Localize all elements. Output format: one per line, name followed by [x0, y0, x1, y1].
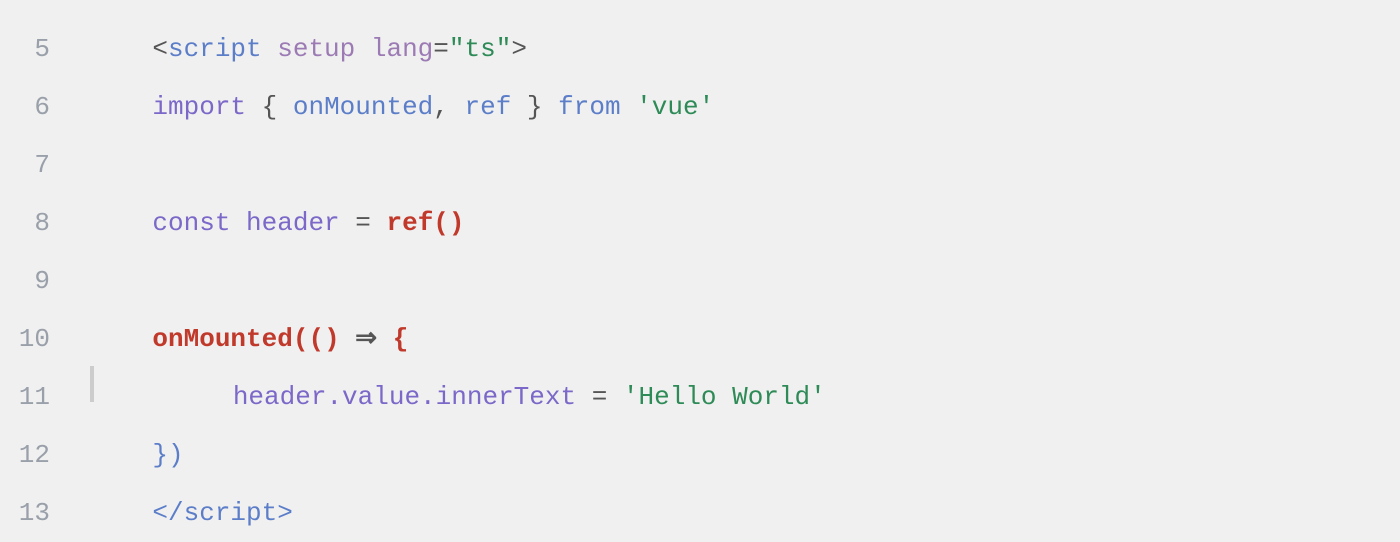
- line-number: 7: [0, 136, 80, 194]
- token: =: [433, 20, 449, 78]
- token: [355, 20, 371, 78]
- token: header: [246, 194, 340, 252]
- token: header.value.innerText: [233, 368, 576, 426]
- token: (): [433, 194, 464, 252]
- token: [90, 426, 152, 484]
- token: </: [90, 484, 184, 542]
- token: {: [393, 310, 409, 368]
- line-content: import { onMounted, ref } from 'vue': [80, 78, 1400, 136]
- token: ⇒: [340, 310, 393, 368]
- token: script: [168, 20, 262, 78]
- token: [230, 194, 246, 252]
- line-number: 13: [0, 484, 80, 542]
- token: setup: [277, 20, 355, 78]
- indent-bar: [90, 366, 94, 402]
- line-number: 9: [0, 252, 80, 310]
- line-content: onMounted(() ⇒ {: [80, 310, 1400, 368]
- token: [90, 194, 152, 252]
- line-content: }): [80, 426, 1400, 484]
- code-line: 7: [0, 136, 1400, 194]
- line-number: 12: [0, 426, 80, 484]
- token: const: [152, 194, 230, 252]
- line-content: header.value.innerText = 'Hello World': [80, 368, 1400, 426]
- token: script: [184, 484, 278, 542]
- line-number: 8: [0, 194, 80, 252]
- token: [621, 78, 637, 136]
- line-number: 11: [0, 368, 80, 426]
- line-content: <script setup lang="ts">: [80, 20, 1400, 78]
- token: >: [511, 20, 527, 78]
- token: [262, 20, 278, 78]
- token: ref: [465, 78, 512, 136]
- token: from: [558, 78, 620, 136]
- line-number: 6: [0, 78, 80, 136]
- token: }): [152, 426, 183, 484]
- code-line: 9: [0, 252, 1400, 310]
- line-number: 10: [0, 310, 80, 368]
- token: ref: [386, 194, 433, 252]
- line-number: 5: [0, 20, 80, 78]
- token: 'Hello World': [623, 368, 826, 426]
- code-line: 11 header.value.innerText = 'Hello World…: [0, 368, 1400, 426]
- code-line: 10 onMounted(() ⇒ {: [0, 310, 1400, 368]
- token: =: [576, 368, 623, 426]
- token: 'vue': [636, 78, 714, 136]
- token: import: [152, 78, 246, 136]
- token: (): [308, 310, 339, 368]
- token: "ts": [449, 20, 511, 78]
- token: [90, 78, 152, 136]
- line-content: </script>: [80, 484, 1400, 542]
- token: >: [277, 484, 293, 542]
- line-content: const header = ref(): [80, 194, 1400, 252]
- token: (: [293, 310, 309, 368]
- token: onMounted: [152, 310, 292, 368]
- token: }: [511, 78, 558, 136]
- token: {: [246, 78, 293, 136]
- token: onMounted: [293, 78, 433, 136]
- code-line: 6 import { onMounted, ref } from 'vue': [0, 78, 1400, 136]
- token: =: [340, 194, 387, 252]
- code-editor: 5 <script setup lang="ts">6 import { onM…: [0, 0, 1400, 520]
- code-line: 8 const header = ref(): [0, 194, 1400, 252]
- token: [90, 310, 152, 368]
- token: lang: [371, 20, 433, 78]
- code-line: 13 </script>: [0, 484, 1400, 542]
- token: <: [90, 20, 168, 78]
- token: ,: [433, 78, 464, 136]
- code-line: 5 <script setup lang="ts">: [0, 20, 1400, 78]
- code-line: 12 }): [0, 426, 1400, 484]
- token: [108, 368, 233, 426]
